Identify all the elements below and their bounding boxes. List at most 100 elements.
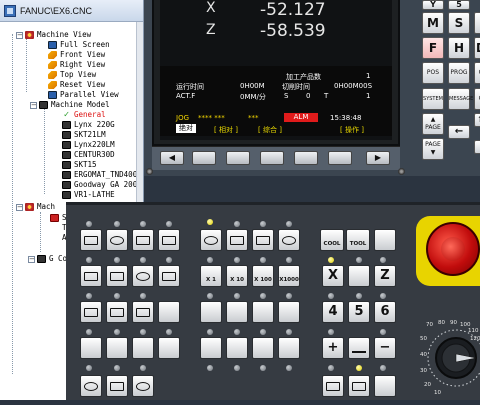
tree-item-machine-model[interactable]: − Machine Model bbox=[30, 100, 110, 110]
spare-button[interactable] bbox=[374, 375, 396, 397]
collapse-icon[interactable]: − bbox=[16, 31, 23, 39]
tree-item-model[interactable]: SKT15 bbox=[62, 160, 97, 170]
tree-item-machine-2[interactable]: − Mach bbox=[16, 202, 55, 212]
auto-mode-button[interactable] bbox=[106, 229, 128, 251]
key-prog[interactable]: PROG bbox=[448, 62, 470, 84]
key-m[interactable]: M bbox=[422, 12, 444, 34]
coolant-button[interactable]: COOL bbox=[320, 229, 344, 251]
tree-item-model[interactable]: Goodway GA 2000L bbox=[62, 180, 143, 190]
tree-item-model[interactable]: ERGOMAT_TND400 bbox=[62, 170, 137, 180]
key-system[interactable]: SYSTEM bbox=[422, 88, 444, 110]
step-x1-button[interactable]: X 1 bbox=[200, 265, 222, 287]
handwheel-mode-button[interactable] bbox=[278, 229, 300, 251]
optional-stop-button[interactable] bbox=[132, 265, 154, 287]
key-cursor-left[interactable]: ← bbox=[448, 125, 470, 139]
spare-button[interactable] bbox=[226, 337, 248, 359]
key-message[interactable]: MESSAGE bbox=[448, 88, 473, 110]
softkey-2[interactable] bbox=[226, 151, 250, 165]
dnc-mode-button[interactable] bbox=[158, 229, 180, 251]
edit-mode-button[interactable] bbox=[80, 229, 102, 251]
key-f[interactable]: F bbox=[422, 37, 444, 59]
key-h[interactable]: H bbox=[448, 37, 470, 59]
dry-run-button[interactable] bbox=[158, 265, 180, 287]
step-x10-button[interactable]: X 10 bbox=[226, 265, 248, 287]
spare-button[interactable] bbox=[80, 337, 102, 359]
softkey-5[interactable] bbox=[328, 151, 352, 165]
key-offset[interactable]: O bbox=[474, 62, 480, 84]
collapse-icon[interactable]: − bbox=[28, 255, 35, 263]
jog-mode-button[interactable] bbox=[226, 229, 248, 251]
key-4-button[interactable]: 4 bbox=[322, 301, 344, 323]
tree-item-model[interactable]: SKT21LM bbox=[62, 130, 106, 140]
tree-item-full-screen[interactable]: Full Screen bbox=[48, 40, 110, 50]
key-6-button[interactable]: 6 bbox=[374, 301, 396, 323]
block-skip-button[interactable] bbox=[106, 265, 128, 287]
key-shift[interactable]: ⇧ bbox=[474, 113, 480, 127]
spare-button[interactable] bbox=[252, 337, 274, 359]
spindle-stop-button[interactable] bbox=[106, 375, 128, 397]
tree-item-parallel-view[interactable]: Parallel View bbox=[48, 90, 119, 100]
tree-item-partial[interactable]: S bbox=[50, 213, 67, 223]
key-graph[interactable]: G bbox=[474, 88, 480, 110]
key-s[interactable]: S bbox=[448, 12, 470, 34]
machine-lock-button[interactable] bbox=[106, 301, 128, 323]
tree-item-model[interactable]: VR1-LATHE bbox=[62, 190, 115, 200]
collapse-icon[interactable]: − bbox=[16, 203, 23, 211]
inc-jog-button[interactable] bbox=[252, 229, 274, 251]
rapid-traverse-button[interactable] bbox=[348, 337, 370, 359]
spindle-ccw-button[interactable] bbox=[132, 375, 154, 397]
spare-button[interactable] bbox=[348, 265, 370, 287]
single-block-button[interactable] bbox=[80, 265, 102, 287]
spare-button[interactable] bbox=[158, 337, 180, 359]
tree-scrollbar[interactable] bbox=[136, 22, 143, 222]
collapse-icon[interactable]: − bbox=[30, 101, 37, 109]
axis-x-button[interactable]: X bbox=[322, 265, 344, 287]
tree-item-general[interactable]: ✓ General bbox=[62, 110, 106, 120]
spare-button[interactable] bbox=[278, 301, 300, 323]
prog-restart-button[interactable] bbox=[80, 301, 102, 323]
tree-item-g-code[interactable]: − G Co bbox=[28, 254, 67, 264]
key-5-button[interactable]: 5 bbox=[348, 301, 370, 323]
key-page-up[interactable]: ▲ PAGE bbox=[422, 113, 444, 135]
tree-item-machine-view[interactable]: − Machine View bbox=[16, 30, 91, 40]
tree-item-model[interactable]: Lynx220LM bbox=[62, 140, 115, 150]
spare-button[interactable] bbox=[278, 337, 300, 359]
spare-button[interactable] bbox=[158, 301, 180, 323]
key-d[interactable]: D bbox=[474, 37, 480, 59]
spare-button[interactable] bbox=[200, 301, 222, 323]
step-x100-button[interactable]: X 100 bbox=[252, 265, 274, 287]
tree-item-reset-view[interactable]: Reset View bbox=[48, 80, 105, 90]
softkey-right-arrow[interactable]: ▶ bbox=[366, 151, 390, 165]
step-x1000-button[interactable]: X1000 bbox=[278, 265, 300, 287]
softkey-4[interactable] bbox=[294, 151, 318, 165]
key-pos[interactable]: POS bbox=[422, 62, 444, 84]
spindle-cw-button[interactable] bbox=[80, 375, 102, 397]
tool-change-button[interactable]: TOOL bbox=[346, 229, 370, 251]
key-page-down[interactable]: PAGE ▼ bbox=[422, 138, 444, 160]
tree-item-right-view[interactable]: Right View bbox=[48, 60, 105, 70]
ref-return-button[interactable] bbox=[200, 229, 222, 251]
spare-button[interactable] bbox=[226, 301, 248, 323]
axis-z-button[interactable]: Z bbox=[374, 265, 396, 287]
key-y[interactable]: Y bbox=[422, 0, 444, 10]
tree-item-model[interactable]: Lynx 220G bbox=[62, 120, 115, 130]
minus-button[interactable]: − bbox=[374, 337, 396, 359]
spare-button[interactable] bbox=[252, 301, 274, 323]
mdi-mode-button[interactable] bbox=[132, 229, 154, 251]
softkey-left-arrow[interactable]: ◀ bbox=[160, 151, 184, 165]
feed-override-dial[interactable]: 70 80 90 100 110 120 50 40 30 20 10 bbox=[420, 320, 480, 400]
key-5[interactable]: 5 bbox=[448, 0, 470, 10]
key-partial[interactable] bbox=[474, 12, 480, 34]
cycle-stop-button[interactable] bbox=[348, 375, 370, 397]
softkey-1[interactable] bbox=[192, 151, 216, 165]
tree-item-top-view[interactable]: Top View bbox=[48, 70, 96, 80]
feed-hold-button[interactable] bbox=[132, 301, 154, 323]
cycle-start-button[interactable] bbox=[322, 375, 344, 397]
spare-button[interactable] bbox=[374, 229, 396, 251]
key-partial[interactable] bbox=[474, 140, 480, 154]
tree-item-front-view[interactable]: Front View bbox=[48, 50, 105, 60]
spare-button[interactable] bbox=[106, 337, 128, 359]
spare-button[interactable] bbox=[200, 337, 222, 359]
plus-button[interactable]: + bbox=[322, 337, 344, 359]
softkey-3[interactable] bbox=[260, 151, 284, 165]
